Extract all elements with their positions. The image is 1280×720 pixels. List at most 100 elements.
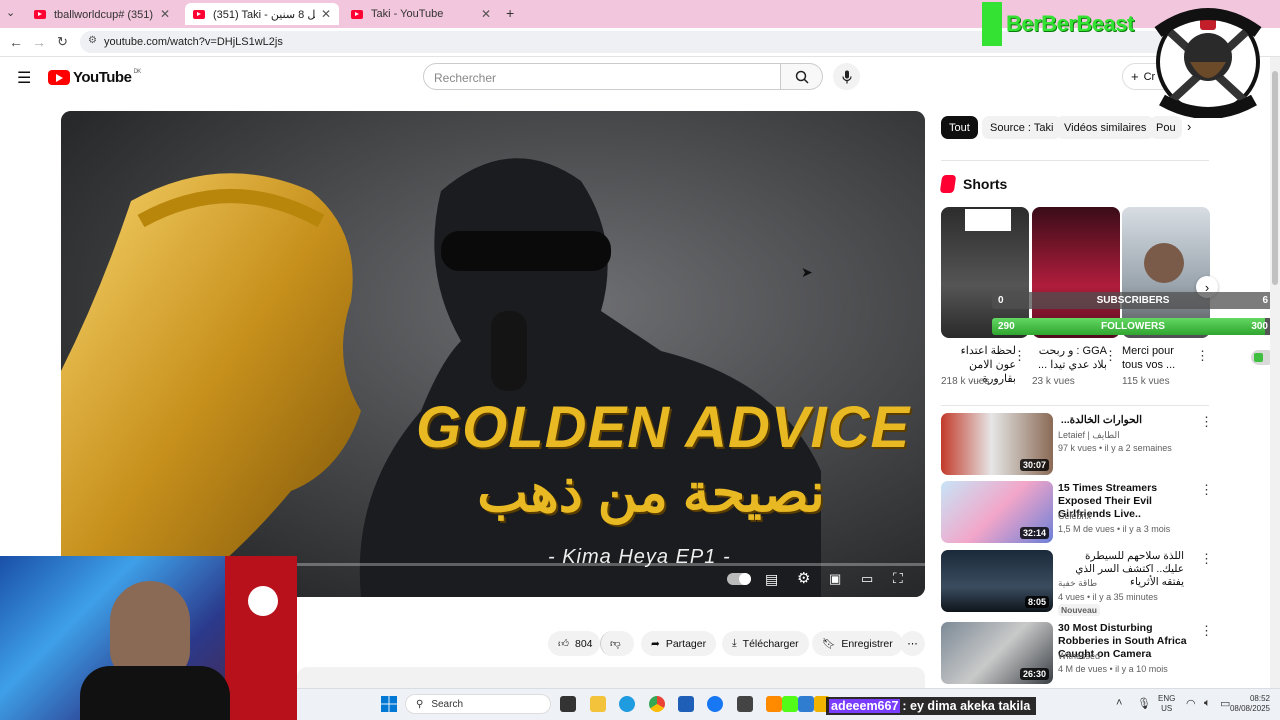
- reload-icon[interactable]: ↻: [57, 34, 68, 50]
- short-title[interactable]: Merci pour tous vos ...: [1122, 344, 1197, 372]
- speaker-icon[interactable]: 🔈︎: [1204, 697, 1211, 710]
- video-duration: 32:14: [1019, 527, 1049, 539]
- menu-hamburger-icon[interactable]: ☰: [17, 68, 31, 88]
- site-info-icon[interactable]: ⚙: [88, 35, 97, 46]
- scrollbar-thumb[interactable]: [1272, 71, 1278, 285]
- clock[interactable]: 08:52 08/08/2025: [1222, 694, 1270, 714]
- search-input[interactable]: Rechercher: [423, 63, 781, 90]
- edge-browser-icon[interactable]: [619, 696, 635, 712]
- video-player[interactable]: GOLDEN ADVICE نصيحة من ذهب - Kima Heya E…: [61, 111, 925, 597]
- facebook-icon[interactable]: [707, 696, 723, 712]
- close-tab-icon[interactable]: ✕: [481, 7, 491, 21]
- theater-mode-icon[interactable]: ▭: [861, 571, 873, 587]
- divider: [941, 160, 1209, 161]
- like-button[interactable]: 👍︎ 804: [548, 631, 600, 656]
- store-icon[interactable]: [678, 696, 694, 712]
- video-thumbnail[interactable]: 8:05: [941, 550, 1053, 612]
- download-button[interactable]: ⤓ Télécharger: [722, 631, 809, 656]
- page-scrollbar[interactable]: [1270, 57, 1280, 688]
- followers-goal: 300: [1251, 321, 1268, 332]
- dislike-button[interactable]: 👎︎: [600, 631, 634, 656]
- vlc-icon[interactable]: [766, 696, 782, 712]
- channel-name[interactable]: Letaief | الطايف: [1058, 430, 1120, 441]
- forward-arrow-icon[interactable]: →: [32, 34, 46, 50]
- video-thumbnail[interactable]: 26:30: [941, 622, 1053, 684]
- close-tab-icon[interactable]: ✕: [160, 7, 170, 21]
- divider: [941, 405, 1209, 406]
- settings-gear-icon[interactable]: ⚙: [797, 569, 810, 587]
- youtube-logo[interactable]: YouTube DK: [48, 69, 141, 86]
- channel-name[interactable]: Celebrix: [1058, 511, 1091, 521]
- short-menu-icon[interactable]: ⋮: [1196, 348, 1209, 364]
- tab-title: (351) Taki - ت تعرفها قبل 8 سنين: [213, 8, 315, 21]
- youtube-favicon-icon: [34, 9, 46, 19]
- browser-tab-2[interactable]: (351) Taki - ت تعرفها قبل 8 سنين ✕: [185, 3, 339, 25]
- browser-tab-1[interactable]: tballworldcup# اكسيلور (351)# ✕: [26, 3, 178, 25]
- wifi-icon[interactable]: ◠: [1186, 697, 1196, 710]
- voice-search-button[interactable]: [833, 63, 860, 90]
- task-view-icon[interactable]: [560, 696, 576, 712]
- save-button[interactable]: 🔖︎ Enregistrer: [812, 631, 903, 656]
- flag-backdrop: [225, 556, 297, 720]
- region-code: US: [1161, 704, 1173, 713]
- berberbeast-emblem: [1148, 2, 1268, 119]
- save-label: Enregistrer: [841, 637, 893, 650]
- file-explorer-icon[interactable]: [590, 696, 606, 712]
- windows-start-icon[interactable]: [381, 696, 397, 712]
- share-button[interactable]: ➦ Partager: [641, 631, 717, 656]
- short-menu-icon[interactable]: ⋮: [1104, 348, 1117, 364]
- miniplayer-icon[interactable]: ▣: [829, 571, 841, 587]
- video-overlay-arabic: نصيحة من ذهب: [477, 463, 825, 523]
- shorts-header: Shorts: [939, 175, 1007, 193]
- brand-k-block: [982, 2, 1002, 46]
- fullscreen-icon[interactable]: ⛶: [893, 570, 903, 587]
- back-arrow-icon[interactable]: ←: [9, 34, 23, 50]
- streamer-webcam: [0, 556, 297, 720]
- download-icon: ⤓: [732, 637, 737, 649]
- microphone-tray-icon[interactable]: 🎙︎: [1137, 697, 1151, 710]
- video-menu-icon[interactable]: ⋮: [1200, 623, 1213, 639]
- region-code: DK: [133, 69, 141, 75]
- short-caption-card: [965, 209, 1011, 231]
- tab-search-chevron-icon[interactable]: ⌄: [6, 6, 15, 19]
- chrome-browser-icon[interactable]: [649, 696, 665, 712]
- kick-icon[interactable]: [782, 696, 798, 712]
- chip-more[interactable]: Pou: [1150, 116, 1182, 139]
- search-button[interactable]: [781, 63, 823, 90]
- chip-all[interactable]: Tout: [941, 116, 978, 139]
- video-thumbnail[interactable]: 30:07: [941, 413, 1053, 475]
- thumbs-down-icon: 👎︎: [610, 638, 621, 650]
- channel-name[interactable]: Witnessed: [1058, 651, 1100, 661]
- language-indicator[interactable]: ENG US: [1158, 694, 1175, 714]
- app-icon[interactable]: [798, 696, 814, 712]
- tab-title: tballworldcup# اكسيلور (351)#: [54, 8, 154, 21]
- autoplay-toggle[interactable]: [727, 573, 751, 585]
- short-menu-icon[interactable]: ⋮: [1013, 348, 1026, 364]
- mouse-cursor-icon: ➤: [801, 264, 813, 280]
- short-title[interactable]: GGA : و ربحت بلاد عدي تيدا ...: [1032, 344, 1107, 372]
- video-menu-icon[interactable]: ⋮: [1200, 482, 1213, 498]
- new-tab-button[interactable]: +: [506, 5, 514, 21]
- more-actions-button[interactable]: ⋯: [900, 631, 925, 656]
- chip-similar[interactable]: Vidéos similaires: [1056, 116, 1155, 139]
- taskbar-search[interactable]: ⚲ Search: [405, 694, 551, 714]
- close-tab-icon[interactable]: ✕: [321, 7, 331, 21]
- subtitles-icon[interactable]: ▤: [765, 571, 778, 588]
- video-title[interactable]: الحوارات الخالدة...: [1058, 414, 1142, 427]
- youtube-play-icon: [48, 70, 70, 85]
- followers-label: FOLLOWERS: [1101, 321, 1165, 332]
- channel-name[interactable]: طاقة خفية: [1058, 578, 1097, 589]
- description-box[interactable]: [297, 667, 925, 688]
- followers-goal-bar: 290 FOLLOWERS 300: [992, 318, 1274, 335]
- browser-tab-3[interactable]: Taki - YouTube ✕: [343, 3, 499, 25]
- video-menu-icon[interactable]: ⋮: [1200, 551, 1213, 567]
- youtube-wordmark: YouTube: [73, 69, 132, 86]
- chips-next-chevron-icon[interactable]: ›: [1187, 119, 1191, 134]
- video-menu-icon[interactable]: ⋮: [1200, 414, 1213, 430]
- chip-source[interactable]: Source : Taki: [982, 116, 1062, 139]
- video-thumbnail[interactable]: 32:14: [941, 481, 1053, 543]
- tray-overflow-chevron-icon[interactable]: ˄: [1116, 697, 1122, 709]
- brand-banner: BerBerBeast: [982, 0, 1150, 48]
- app-icon[interactable]: [737, 696, 753, 712]
- shorts-logo-icon: [939, 175, 957, 193]
